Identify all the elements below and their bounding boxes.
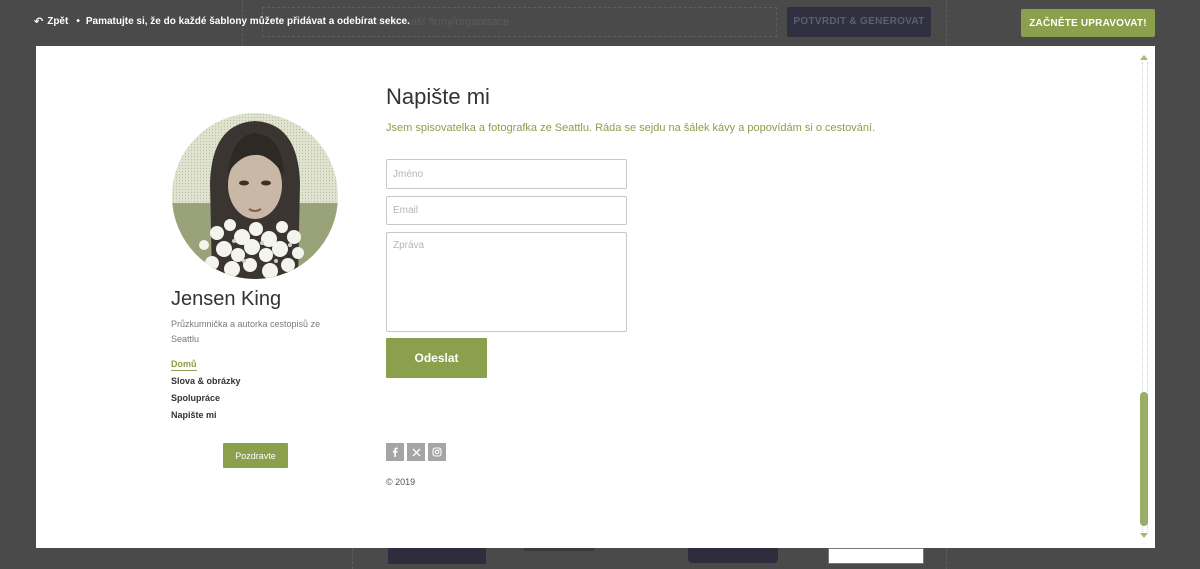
site-nav: Domů Slova & obrázky Spolupráce Napište … (171, 357, 241, 425)
x-icon[interactable] (407, 443, 425, 461)
background-block (688, 548, 778, 563)
nav-item-home[interactable]: Domů (171, 357, 241, 374)
guide-line (946, 0, 947, 46)
nav-item-words-images[interactable]: Slova & obrázky (171, 374, 241, 391)
intro-text: Jsem spisovatelka a fotografka ze Seattl… (386, 122, 876, 134)
profile-photo (172, 113, 338, 279)
send-button[interactable]: Odeslat (386, 338, 487, 378)
template-preview: Jensen King Průzkumnička a autorka cesto… (36, 46, 1155, 548)
message-field[interactable] (386, 232, 627, 332)
email-field[interactable] (386, 196, 627, 225)
name-field[interactable] (386, 159, 627, 189)
profile-subtitle: Průzkumnička a autorka cestopisů ze Seat… (171, 319, 321, 344)
background-generate-button: POTVRDIT & GENEROVAT (787, 7, 931, 37)
background-block (524, 548, 594, 551)
nav-item-collaboration[interactable]: Spolupráce (171, 391, 241, 408)
facebook-icon[interactable] (386, 443, 404, 461)
instagram-icon[interactable] (428, 443, 446, 461)
background-block (388, 548, 486, 564)
back-label: Zpět (47, 16, 69, 27)
greet-button[interactable]: Pozdravte (223, 443, 288, 468)
background-page-strip (0, 548, 1200, 569)
nav-item-contact[interactable]: Napište mi (171, 408, 241, 425)
guide-line (946, 548, 947, 569)
copyright-text: © 2019 (386, 477, 416, 487)
scroll-down-arrow-icon[interactable] (1140, 533, 1148, 538)
guide-line (352, 548, 353, 569)
editor-topbar: název vaší firmy/organizace POTVRDIT & G… (0, 0, 1200, 46)
back-link[interactable]: ↶ Zpět • Pamatujte si, že do každé šablo… (34, 15, 410, 28)
template-hint: Pamatujte si, že do každé šablony můžete… (85, 16, 410, 27)
back-arrow-icon: ↶ (34, 16, 44, 28)
start-editing-button[interactable]: ZAČNĚTE UPRAVOVAT! (1021, 9, 1155, 37)
profile-name: Jensen King (171, 288, 282, 310)
scroll-up-arrow-icon[interactable] (1140, 55, 1148, 60)
social-links (386, 443, 446, 461)
preview-scrollbar[interactable] (1137, 46, 1155, 548)
page-title: Napište mi (386, 84, 490, 109)
scroll-thumb[interactable] (1140, 392, 1148, 526)
separator-dot: • (76, 16, 80, 27)
background-block (828, 548, 924, 564)
